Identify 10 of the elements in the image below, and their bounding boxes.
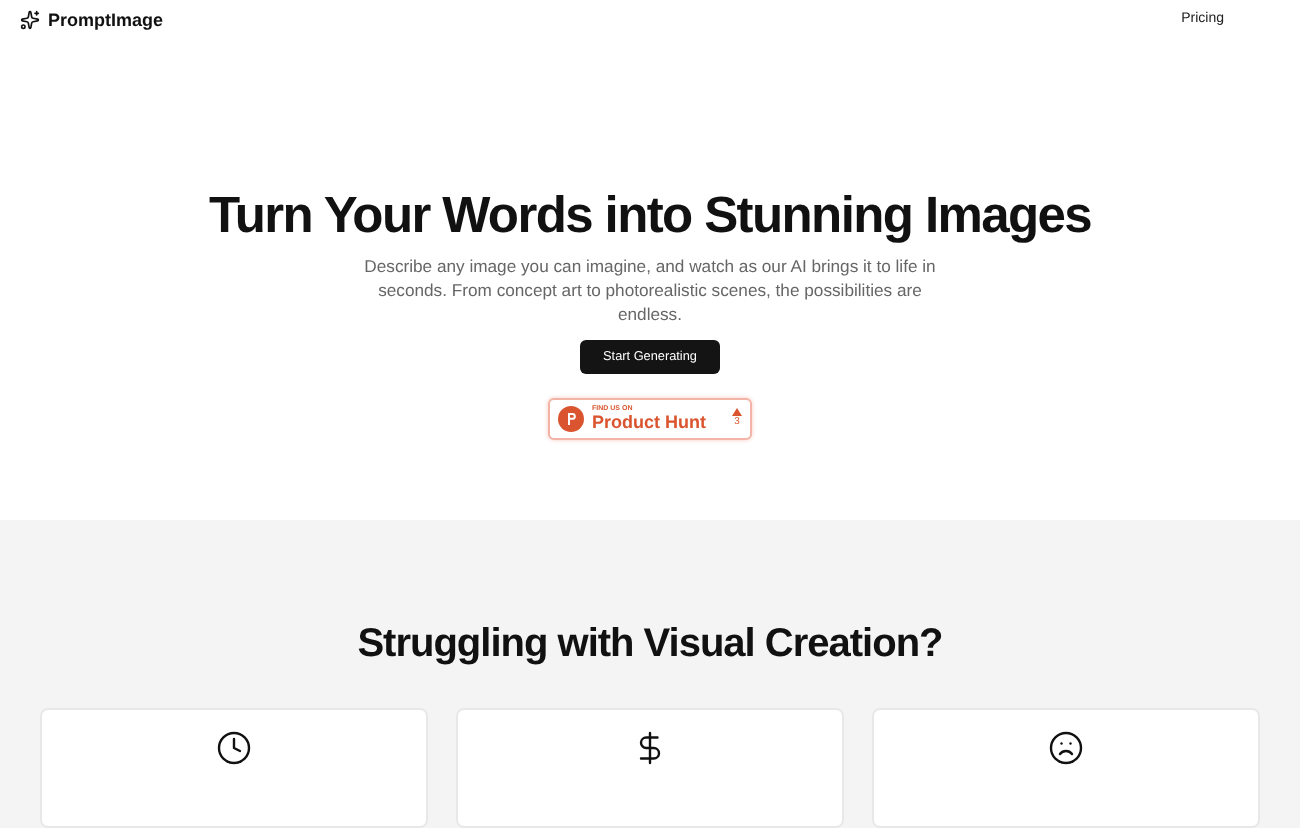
section-title: Struggling with Visual Creation? [357,622,943,668]
brand-name: PromptImage [48,9,164,30]
hero-subtitle: Describe any image you can imagine, and watch as our AI brings it to life in seconds. From concept art to photorealistic scenes, the possibilities are endless. [362,253,938,326]
frown-icon [1048,730,1084,766]
product-hunt-logo-icon [558,405,584,432]
upvote-icon [732,408,742,417]
badge-name: Product Hunt [592,412,708,433]
hero-title: Turn Your Words into Stunning Images [208,187,1092,246]
sparkle-icon [20,9,40,30]
clock-icon [216,730,252,766]
